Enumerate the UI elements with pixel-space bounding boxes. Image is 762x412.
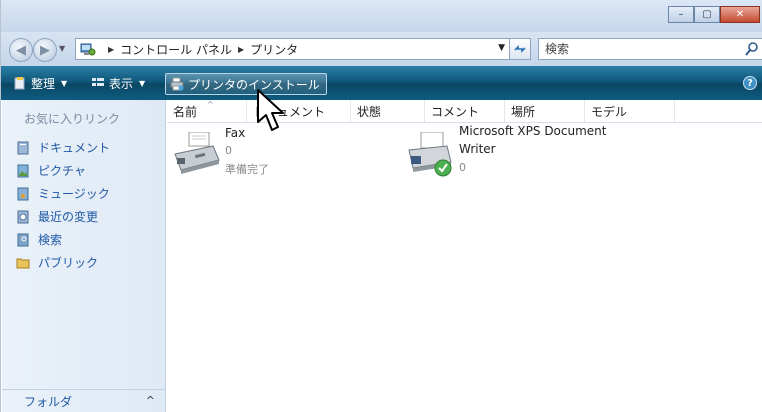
printer-name-line2: Writer <box>459 142 496 156</box>
organize-label: 整理 <box>31 76 56 91</box>
chevron-down-icon: ▼ <box>61 78 68 88</box>
column-header-name[interactable]: 名前 ^ <box>167 100 247 122</box>
search-icon[interactable] <box>744 41 760 57</box>
printer-item-fax[interactable]: Fax 0 準備完了 <box>173 126 323 180</box>
sidebar-item-label: パブリック <box>38 256 99 270</box>
view-label: 表示 <box>109 76 134 91</box>
documents-icon <box>17 141 29 154</box>
refresh-button[interactable] <box>509 38 531 60</box>
column-header-label: 状態 <box>357 104 382 119</box>
window-controls: – ▢ ✕ <box>668 6 760 23</box>
close-button[interactable]: ✕ <box>720 6 760 23</box>
column-header-comment[interactable]: コメント <box>425 100 505 122</box>
column-header-label: モデル <box>591 104 628 119</box>
sidebar-item-public[interactable]: パブリック <box>16 251 110 274</box>
forward-button[interactable]: ▶ <box>33 38 57 62</box>
breadcrumb-control-panel[interactable]: コントロール パネル <box>120 41 232 58</box>
recent-changes-icon <box>17 210 29 223</box>
chevron-down-icon: ▼ <box>139 78 146 88</box>
install-printer-button[interactable]: プリンタのインストール <box>165 73 327 95</box>
sort-ascending-icon: ^ <box>207 100 214 109</box>
maximize-button[interactable]: ▢ <box>694 6 720 23</box>
column-header-model[interactable]: モデル <box>585 100 675 122</box>
address-row: ◀ ▶ ▼ ▶ コントロール パネル ▶ プリンタ ▼ <box>1 32 762 66</box>
sidebar-item-label: ミュージック <box>38 187 110 201</box>
back-button[interactable]: ◀ <box>9 38 33 62</box>
folders-toggle[interactable]: フォルダ ^ <box>2 389 165 412</box>
organize-menu[interactable]: 整理 ▼ <box>13 73 67 93</box>
column-header-label: 名前 <box>173 104 198 119</box>
music-icon <box>17 187 29 200</box>
printer-install-icon <box>170 77 184 91</box>
sidebar-item-search[interactable]: 検索 <box>16 228 110 251</box>
view-menu[interactable]: 表示 ▼ <box>91 73 145 93</box>
chevron-up-icon: ^ <box>145 394 155 407</box>
printer-name: Fax <box>225 126 246 140</box>
public-folder-icon <box>16 258 30 268</box>
recent-pages-dropdown-icon[interactable]: ▼ <box>59 44 65 53</box>
printer-default-icon <box>408 132 452 177</box>
address-dropdown-icon[interactable]: ▼ <box>498 43 505 53</box>
folders-label: フォルダ <box>24 394 73 409</box>
minimize-button[interactable]: – <box>668 6 694 23</box>
views-icon <box>92 78 104 86</box>
sidebar-item-label: ドキュメント <box>38 141 111 155</box>
navigation-pane: お気に入りリンク ドキュメント ピクチャ ミュージック 最近の変更 検索 パブリ… <box>2 100 166 412</box>
fax-icon <box>174 132 220 174</box>
search-input[interactable] <box>543 41 727 57</box>
help-icon[interactable]: ? <box>743 76 757 90</box>
printer-document-count: 0 <box>459 161 466 174</box>
command-bar: 整理 ▼ 表示 ▼ プリンタのインストール ? <box>1 66 762 100</box>
sidebar-item-pictures[interactable]: ピクチャ <box>16 159 110 182</box>
breadcrumb-separator-icon: ▶ <box>108 44 115 54</box>
printer-item-xps-document-writer[interactable]: Microsoft XPS Document Writer 0 <box>405 124 607 180</box>
favorite-links-heading: お気に入りリンク <box>24 112 121 126</box>
title-bar: – ▢ ✕ <box>1 0 762 32</box>
explorer-window: – ▢ ✕ ◀ ▶ ▼ ▶ コントロール パネル ▶ プリンタ ▼ 検索 整理 … <box>0 0 762 412</box>
column-header-label: 場所 <box>511 104 536 119</box>
column-header-status[interactable]: 状態 <box>351 100 425 122</box>
favorite-links-list: ドキュメント ピクチャ ミュージック 最近の変更 検索 パブリック <box>16 136 110 274</box>
column-header-label: コメント <box>431 104 480 119</box>
control-panel-icon <box>80 43 96 56</box>
organize-icon <box>14 77 25 90</box>
column-header-location[interactable]: 場所 <box>505 100 585 122</box>
address-bar[interactable]: ▶ コントロール パネル ▶ プリンタ ▼ <box>75 38 530 60</box>
sidebar-item-label: ピクチャ <box>38 164 86 178</box>
search-box[interactable] <box>538 38 762 60</box>
sidebar-item-music[interactable]: ミュージック <box>16 182 110 205</box>
sidebar-item-label: 最近の変更 <box>38 210 99 224</box>
breadcrumb-separator-icon: ▶ <box>237 44 245 54</box>
pictures-icon <box>17 164 29 177</box>
printer-document-count: 0 <box>225 144 232 157</box>
breadcrumb-printers[interactable]: プリンタ <box>250 41 298 58</box>
install-printer-label: プリンタのインストール <box>188 77 320 92</box>
printer-name-line1: Microsoft XPS Document <box>459 124 607 138</box>
sidebar-item-recent-changes[interactable]: 最近の変更 <box>16 205 110 228</box>
mouse-pointer-icon <box>257 89 284 131</box>
search-folder-icon <box>17 233 29 246</box>
sidebar-item-documents[interactable]: ドキュメント <box>16 136 110 159</box>
printer-status: 準備完了 <box>225 163 269 176</box>
refresh-icon <box>514 45 526 53</box>
sidebar-item-label: 検索 <box>38 233 63 247</box>
